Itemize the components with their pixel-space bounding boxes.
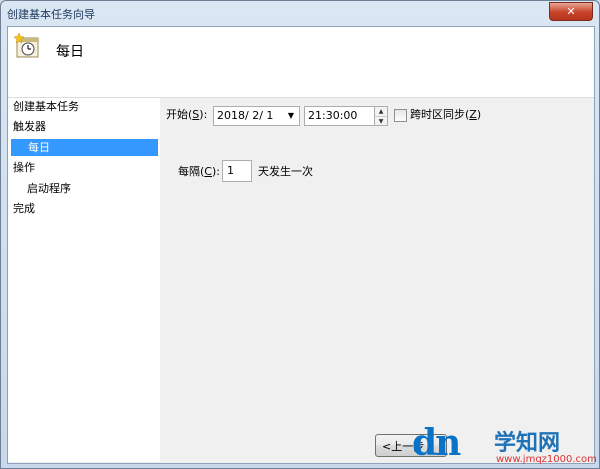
step-create-basic-task[interactable]: 创建基本任务 [13,98,79,115]
time-spinner[interactable]: ▲ ▼ [374,107,387,125]
step-finish[interactable]: 完成 [13,200,35,217]
recur-unit-label: 天发生一次 [258,165,313,178]
spin-down-icon[interactable]: ▼ [375,117,387,126]
title-bar[interactable]: 创建基本任务向导 ✕ [1,1,599,25]
watermark-url: www.jmqz1000.com [496,454,597,465]
wizard-header: 每日 [8,27,594,98]
spin-up-icon[interactable]: ▲ [375,107,387,117]
start-time-value: 21:30:00 [308,109,358,122]
step-action[interactable]: 操作 [13,159,35,176]
wizard-window: 创建基本任务向导 ✕ 每日 创建基本任务 触发器 每日 操作 启动程序 完成 开… [0,0,600,469]
clock-task-icon [14,33,39,58]
close-button[interactable]: ✕ [549,2,593,21]
watermark-mark: dn [412,422,461,464]
chevron-down-icon[interactable]: ▼ [285,107,297,125]
watermark-logo: dn 学知网 www.jmqz1000.com [412,423,600,469]
step-trigger[interactable]: 触发器 [13,118,46,135]
recur-days-value: 1 [227,164,234,177]
wizard-client-area: 每日 创建基本任务 触发器 每日 操作 启动程序 完成 开始(S): 2018/… [7,26,595,464]
start-date-picker[interactable]: 2018/ 2/ 1 ▼ [213,106,300,126]
start-time-input[interactable]: 21:30:00 ▲ ▼ [304,106,388,126]
sync-timezones-label: 跨时区同步(Z) [410,108,482,121]
step-daily[interactable]: 每日 [11,139,158,156]
window-title: 创建基本任务向导 [7,8,95,21]
start-date-value: 2018/ 2/ 1 [217,109,274,122]
trigger-settings-panel: 开始(S): 2018/ 2/ 1 ▼ 21:30:00 ▲ ▼ 跨时区同步(Z… [160,98,594,462]
recur-every-label: 每隔(C): [178,165,220,178]
wizard-step-list: 创建基本任务 触发器 每日 操作 启动程序 完成 [8,98,160,462]
start-label: 开始(S): [166,108,208,121]
sync-timezones-checkbox[interactable] [394,109,407,122]
page-title: 每日 [56,44,84,60]
recur-days-input[interactable]: 1 [222,160,252,182]
step-start-program[interactable]: 启动程序 [27,180,71,197]
watermark-title: 学知网 [494,431,561,456]
